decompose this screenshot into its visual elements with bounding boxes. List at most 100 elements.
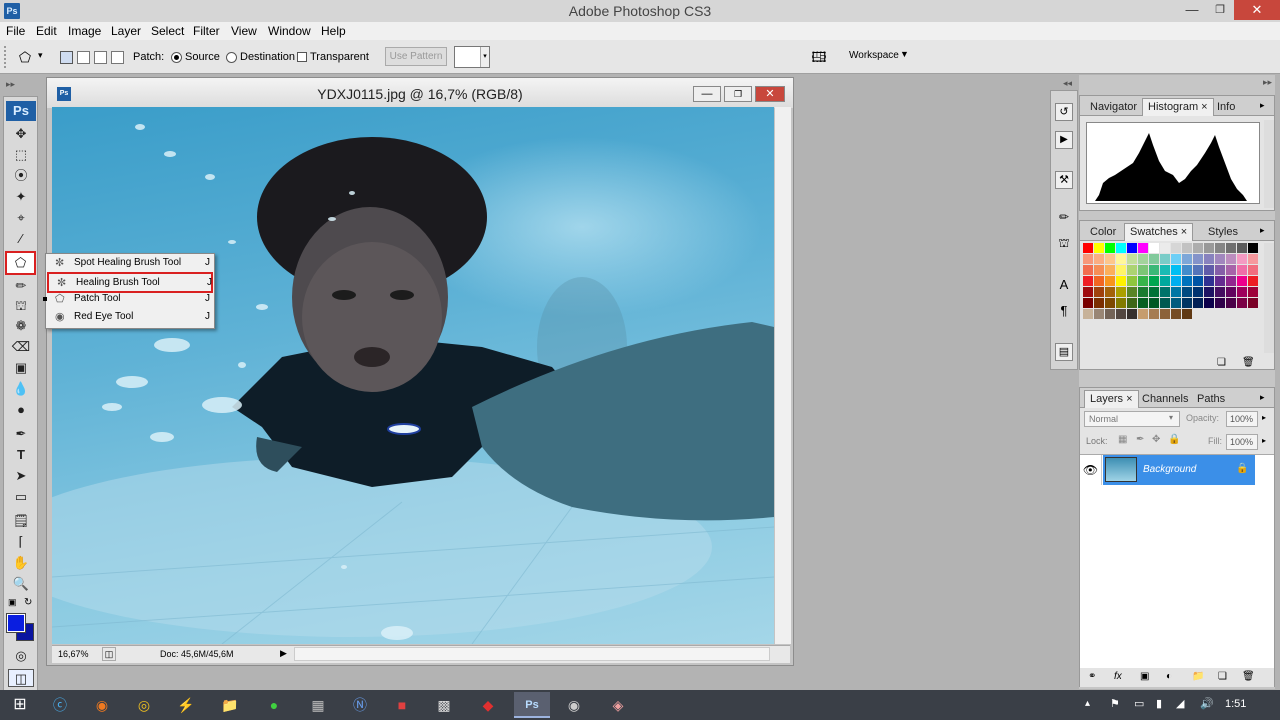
doc-close-button[interactable]: ✕ bbox=[755, 86, 785, 102]
default-colors-icon[interactable]: ▣ bbox=[8, 597, 17, 608]
swatch[interactable] bbox=[1127, 254, 1137, 264]
swatch[interactable] bbox=[1182, 309, 1192, 319]
swatch[interactable] bbox=[1094, 265, 1104, 275]
swatches-scrollbar[interactable] bbox=[1264, 243, 1274, 353]
workspace-button[interactable]: Workspace bbox=[849, 50, 899, 61]
action-center-icon[interactable]: ⚑ bbox=[1110, 697, 1120, 710]
menu-edit[interactable]: Edit bbox=[33, 22, 60, 40]
swatch[interactable] bbox=[1138, 309, 1148, 319]
swatch[interactable] bbox=[1193, 265, 1203, 275]
patch-tool-preset-icon[interactable]: ⬠ bbox=[16, 48, 34, 66]
swatch[interactable] bbox=[1226, 287, 1236, 297]
swatch[interactable] bbox=[1116, 254, 1126, 264]
eraser-tool-icon[interactable]: ⌫ bbox=[8, 338, 34, 356]
intersect-selection-icon[interactable] bbox=[111, 51, 124, 64]
slice-tool-icon[interactable]: ∕ bbox=[8, 230, 34, 248]
move-tool-icon[interactable]: ✥ bbox=[8, 125, 34, 143]
swatch[interactable] bbox=[1204, 276, 1214, 286]
doc-minimize-button[interactable]: — bbox=[693, 86, 721, 102]
options-grip[interactable] bbox=[4, 46, 11, 68]
file-explorer-icon[interactable]: 📁 bbox=[212, 692, 248, 718]
swatch[interactable] bbox=[1138, 287, 1148, 297]
lock-position-icon[interactable]: ✥ bbox=[1152, 434, 1160, 445]
hand-tool-icon[interactable]: ✋ bbox=[8, 554, 34, 572]
word-icon[interactable]: Ⓝ bbox=[342, 692, 378, 718]
swatch[interactable] bbox=[1226, 243, 1236, 253]
swatch[interactable] bbox=[1105, 298, 1115, 308]
swatch[interactable] bbox=[1149, 309, 1159, 319]
path-selection-tool-icon[interactable]: ➤ bbox=[8, 467, 34, 485]
swatch[interactable] bbox=[1171, 243, 1181, 253]
swatch[interactable] bbox=[1127, 298, 1137, 308]
swatch[interactable] bbox=[1215, 287, 1225, 297]
swatch[interactable] bbox=[1182, 276, 1192, 286]
swatch[interactable] bbox=[1237, 287, 1247, 297]
swatch[interactable] bbox=[1127, 276, 1137, 286]
swatch[interactable] bbox=[1248, 287, 1258, 297]
swatch[interactable] bbox=[1171, 265, 1181, 275]
swatch[interactable] bbox=[1237, 254, 1247, 264]
line-messenger-icon[interactable]: ● bbox=[256, 692, 292, 718]
swatch[interactable] bbox=[1182, 254, 1192, 264]
tool-presets-panel-icon[interactable]: ⚒ bbox=[1055, 171, 1073, 189]
blur-tool-icon[interactable]: 💧 bbox=[8, 380, 34, 398]
swatch[interactable] bbox=[1138, 265, 1148, 275]
history-brush-tool-icon[interactable]: ❁ bbox=[8, 317, 34, 335]
pattern-dropdown-icon[interactable]: ▾ bbox=[480, 47, 489, 67]
swatch[interactable] bbox=[1193, 243, 1203, 253]
swatch[interactable] bbox=[1138, 298, 1148, 308]
panel-menu-icon[interactable]: ▸ bbox=[1260, 225, 1265, 236]
swatch[interactable] bbox=[1083, 276, 1093, 286]
swatch[interactable] bbox=[1171, 309, 1181, 319]
brush-tool-icon[interactable]: ✏ bbox=[8, 277, 34, 295]
histogram-scrollbar[interactable] bbox=[1264, 120, 1274, 208]
swatch[interactable] bbox=[1160, 243, 1170, 253]
swatch[interactable] bbox=[1204, 265, 1214, 275]
swatch[interactable] bbox=[1149, 276, 1159, 286]
swatch[interactable] bbox=[1149, 287, 1159, 297]
magic-wand-tool-icon[interactable]: ✦ bbox=[8, 188, 34, 206]
notes-tool-icon[interactable]: 🗒 bbox=[8, 512, 34, 530]
workspace-dropdown-icon[interactable]: ▼ bbox=[900, 49, 909, 59]
swatch[interactable] bbox=[1149, 243, 1159, 253]
swatch[interactable] bbox=[1215, 298, 1225, 308]
internet-explorer-icon[interactable]: ⓒ bbox=[42, 692, 78, 718]
swatch[interactable] bbox=[1248, 265, 1258, 275]
swatch[interactable] bbox=[1083, 265, 1093, 275]
swatch[interactable] bbox=[1138, 254, 1148, 264]
swatch[interactable] bbox=[1171, 254, 1181, 264]
swatch[interactable] bbox=[1204, 254, 1214, 264]
screen-mode-icon[interactable]: ◫ bbox=[8, 669, 34, 687]
marquee-tool-icon[interactable]: ⬚ bbox=[8, 146, 34, 164]
tab-color[interactable]: Color bbox=[1084, 223, 1122, 241]
swatch[interactable] bbox=[1116, 265, 1126, 275]
tab-channels[interactable]: Channels bbox=[1136, 390, 1194, 408]
actions-panel-icon[interactable]: ▶ bbox=[1055, 131, 1073, 149]
swatch[interactable] bbox=[1094, 298, 1104, 308]
swatch[interactable] bbox=[1094, 243, 1104, 253]
swatch[interactable] bbox=[1105, 254, 1115, 264]
blend-mode-select[interactable]: Normal bbox=[1084, 411, 1180, 427]
swatch[interactable] bbox=[1116, 298, 1126, 308]
document-title-bar[interactable]: Ps YDXJ0115.jpg @ 16,7% (RGB/8) — ❐ ✕ bbox=[47, 78, 793, 108]
fill-field[interactable]: 100% bbox=[1226, 434, 1258, 450]
delete-layer-icon[interactable]: 🗑 bbox=[1242, 671, 1255, 682]
swatch[interactable] bbox=[1193, 287, 1203, 297]
swatch[interactable] bbox=[1160, 265, 1170, 275]
swatch[interactable] bbox=[1215, 265, 1225, 275]
tab-swatches[interactable]: Swatches × bbox=[1124, 223, 1194, 241]
tab-histogram[interactable]: Histogram × bbox=[1142, 98, 1214, 116]
swatch[interactable] bbox=[1094, 254, 1104, 264]
swatch[interactable] bbox=[1127, 243, 1137, 253]
swatch[interactable] bbox=[1215, 243, 1225, 253]
zoom-level-field[interactable]: 16,67% bbox=[58, 649, 89, 659]
swatch[interactable] bbox=[1237, 298, 1247, 308]
network-app-icon[interactable]: ◉ bbox=[556, 692, 592, 718]
eyedropper-tool-icon[interactable]: ⌈ bbox=[8, 533, 34, 551]
swatch[interactable] bbox=[1171, 276, 1181, 286]
swatch[interactable] bbox=[1160, 287, 1170, 297]
menu-file[interactable]: File bbox=[3, 22, 28, 40]
swatch[interactable] bbox=[1094, 276, 1104, 286]
swatch[interactable] bbox=[1204, 298, 1214, 308]
acrobat-icon[interactable]: ◆ bbox=[470, 692, 506, 718]
